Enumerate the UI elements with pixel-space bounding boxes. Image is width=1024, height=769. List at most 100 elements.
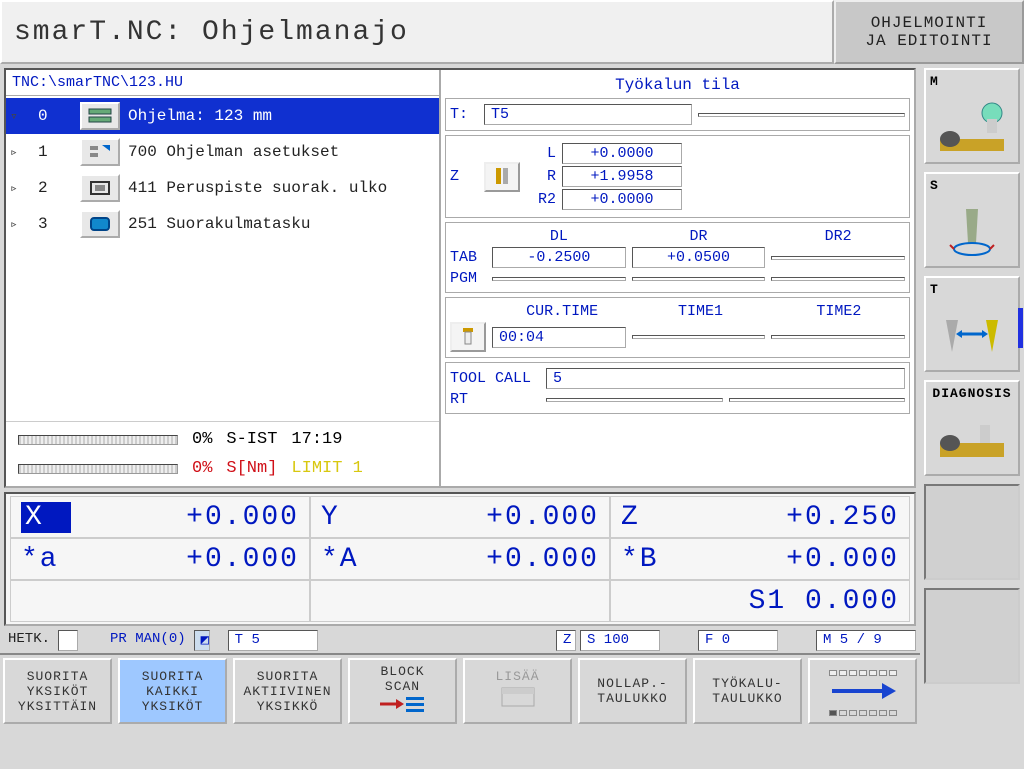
sk-lisaa[interactable]: LISÄÄ: [463, 658, 572, 724]
toolcall-value: 5: [546, 368, 905, 389]
pgm-dr-value: [632, 277, 766, 281]
row-index: 1: [24, 143, 72, 161]
dro-y: Y+0.000: [310, 496, 610, 538]
pr-icon[interactable]: ◩: [194, 630, 210, 651]
tool-status-title: Työkalun tila: [445, 72, 910, 98]
mode-programming-button[interactable]: OHJELMOINTI JA EDITOINTI: [834, 0, 1024, 64]
rsk-t[interactable]: T: [924, 276, 1020, 372]
mode-line2: JA EDITOINTI: [865, 32, 992, 50]
tree-row-0[interactable]: ▿ 0 Ohjelma: 123 mm: [6, 98, 439, 134]
diagnosis-icon: [926, 403, 1018, 474]
dro-z: Z+0.250: [610, 496, 910, 538]
machine-icon: [926, 91, 1018, 162]
row-label: 700 Ohjelman asetukset: [128, 143, 435, 161]
softkey-bar: SUORITA YKSIKÖT YKSITTÄIN SUORITA KAIKKI…: [0, 653, 920, 727]
r2-label: R2: [526, 191, 556, 208]
tree-row-3[interactable]: ▹ 3 251 Suorakulmatasku: [6, 206, 439, 242]
status-z: Z: [556, 630, 576, 651]
status-line: HETK. PR MAN(0) ◩ T 5 Z S 100 F 0 M 5 / …: [0, 628, 920, 653]
active-indicator: [1018, 308, 1023, 348]
rsk-s[interactable]: S: [924, 172, 1020, 268]
time2-value: [771, 335, 905, 339]
mode-line1: OHJELMOINTI: [871, 14, 988, 32]
rsk-empty-2: [924, 588, 1020, 684]
expand-icon: ▹: [10, 145, 24, 160]
l-label: L: [526, 145, 556, 162]
pgm-dl-value: [492, 277, 626, 281]
program-path: TNC:\smarTNC\123.HU: [6, 70, 439, 96]
spindle-icon: [926, 195, 1018, 266]
status-f: F 0: [698, 630, 778, 651]
t-name-value: [698, 113, 906, 117]
toolcall-label: TOOL CALL: [450, 370, 540, 387]
tool-geometry-icon: [484, 162, 520, 192]
z-label: Z: [450, 168, 478, 185]
status-s: S 100: [580, 630, 660, 651]
curtime-label: CUR.TIME: [496, 303, 628, 320]
t-label: T:: [450, 106, 478, 123]
rt-label: RT: [450, 391, 540, 408]
dro-empty: [310, 580, 610, 622]
r2-value: +0.0000: [562, 189, 682, 210]
program-icon: [80, 102, 120, 130]
time1-value: [632, 335, 766, 339]
snm-gauge: [18, 464, 178, 474]
row-index: 3: [24, 215, 72, 233]
dro-x: X+0.000: [10, 496, 310, 538]
row-index: 2: [24, 179, 72, 197]
sk-block-scan[interactable]: BLOCK SCAN: [348, 658, 457, 724]
status-m: M 5 / 9: [816, 630, 916, 651]
datum-icon: [80, 174, 120, 202]
dro-spindle: S1 0.000: [610, 580, 910, 622]
settings-icon: [80, 138, 120, 166]
sk-page-indicator[interactable]: [808, 658, 917, 724]
sk-datum-table[interactable]: NOLLAP.- TAULUKKO: [578, 658, 687, 724]
dr2-label: DR2: [771, 228, 905, 245]
dro-b: *B+0.000: [610, 538, 910, 580]
t-value: T5: [484, 104, 692, 125]
expand-icon: ▹: [10, 217, 24, 232]
l-value: +0.0000: [562, 143, 682, 164]
s-ist-time: 17:19: [291, 430, 342, 449]
block-scan-icon: [378, 694, 428, 718]
tree-row-2[interactable]: ▹ 2 411 Peruspiste suorak. ulko: [6, 170, 439, 206]
hetk-box: [58, 630, 78, 651]
s-ist-pct: 0%: [192, 430, 212, 449]
lisaa-icon: [498, 684, 538, 714]
pr-value: PR MAN(0): [106, 630, 190, 651]
page-title: smarT.NC: Ohjelmanajo: [0, 0, 834, 64]
s-ist-label: S-IST: [226, 430, 277, 449]
row-label: Ohjelma: 123 mm: [128, 107, 435, 125]
snm-limit: LIMIT 1: [291, 459, 362, 478]
rsk-m[interactable]: M: [924, 68, 1020, 164]
tool-status-pane: Työkalun tila T: T5 Z: [441, 70, 914, 486]
row-index: 0: [24, 107, 72, 125]
expand-icon: ▿: [10, 109, 24, 124]
tab-dl-value: -0.2500: [492, 247, 626, 268]
sk-run-active[interactable]: SUORITA AKTIIVINEN YKSIKKÖ: [233, 658, 342, 724]
rt-value: [546, 398, 723, 402]
sk-tool-table[interactable]: TYÖKALU- TAULUKKO: [693, 658, 802, 724]
sk-run-single[interactable]: SUORITA YKSIKÖT YKSITTÄIN: [3, 658, 112, 724]
rsk-diagnosis[interactable]: DIAGNOSIS: [924, 380, 1020, 476]
dl-label: DL: [492, 228, 626, 245]
dro-a-up: *A+0.000: [310, 538, 610, 580]
rt-value2: [729, 398, 906, 402]
program-tree[interactable]: ▿ 0 Ohjelma: 123 mm ▹ 1: [6, 96, 439, 421]
tree-row-1[interactable]: ▹ 1 700 Ohjelman asetukset: [6, 134, 439, 170]
time1-label: TIME1: [634, 303, 766, 320]
dro-panel: X+0.000 Y+0.000 Z+0.250 *a+0.000 *A+0.00…: [4, 492, 916, 626]
tab-label: TAB: [450, 249, 486, 266]
dro-empty: [10, 580, 310, 622]
tab-dr2-value: [771, 256, 905, 260]
pgm-dr2-value: [771, 277, 905, 281]
row-label: 411 Peruspiste suorak. ulko: [128, 179, 435, 197]
status-t: T 5: [228, 630, 318, 651]
snm-label: S[Nm]: [226, 459, 277, 478]
s-ist-gauge: [18, 435, 178, 445]
r-value: +1.9958: [562, 166, 682, 187]
rsk-empty-1: [924, 484, 1020, 580]
expand-icon: ▹: [10, 181, 24, 196]
dro-a-low: *a+0.000: [10, 538, 310, 580]
sk-run-all[interactable]: SUORITA KAIKKI YKSIKÖT: [118, 658, 227, 724]
